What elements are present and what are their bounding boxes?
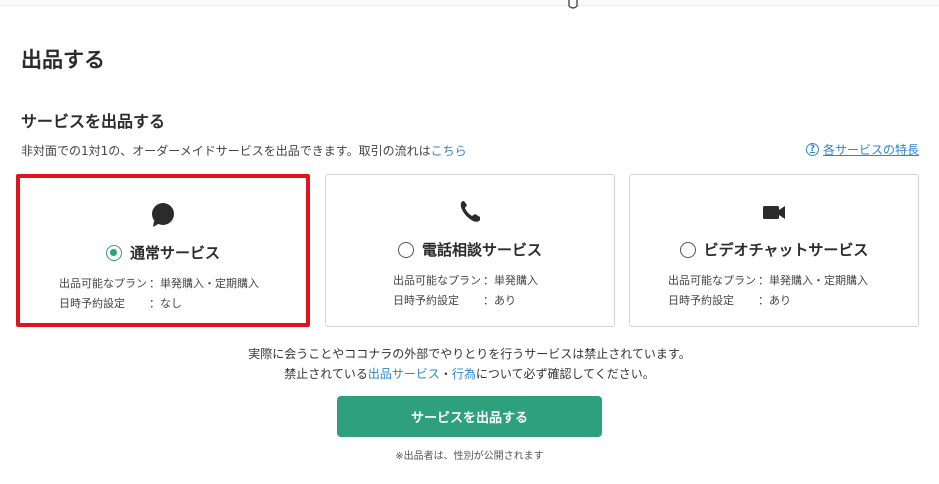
- prohibited-acts-link[interactable]: 行為: [452, 367, 476, 381]
- video-camera-icon: [763, 206, 785, 219]
- features-link-label: 各サービスの特長: [822, 143, 919, 157]
- page-title: 出品する: [21, 48, 105, 72]
- hand-cursor-icon: [568, 0, 578, 9]
- card-details: 出品可能なプラン ：単発購入・定期購入 日時予約設定 ：なし: [59, 274, 259, 314]
- card-title: 電話相談サービス: [421, 241, 542, 259]
- plan-label: 出品可能なプラン: [59, 277, 147, 290]
- service-features-link[interactable]: ? 各サービスの特長: [805, 141, 919, 158]
- notice-suffix: について必ず確認してください。: [475, 367, 655, 381]
- card-title: ビデオチャットサービス: [703, 241, 869, 259]
- service-card-normal[interactable]: 通常サービス 出品可能なプラン ：単発購入・定期購入 日時予約設定 ：なし: [16, 174, 310, 327]
- notice-line-2: 禁止されている出品サービス・行為について必ず確認してください。: [0, 364, 939, 384]
- footnote: ※出品者は、性別が公開されます: [395, 451, 544, 462]
- top-bar: [0, 0, 939, 6]
- radio-video-service[interactable]: [679, 241, 696, 258]
- schedule-label: 日時予約設定: [59, 297, 125, 310]
- plan-value: ：単発購入・定期購入: [758, 274, 868, 287]
- radio-phone-service[interactable]: [397, 241, 414, 258]
- plan-value: ：単発購入・定期購入: [149, 277, 259, 290]
- card-details: 出品可能なプラン ：単発購入 日時予約設定 ：あり: [393, 271, 538, 311]
- question-circle-icon: ?: [805, 143, 819, 156]
- card-title: 通常サービス: [129, 244, 220, 262]
- prohibited-services-link[interactable]: 出品サービス: [368, 367, 440, 381]
- service-card-phone[interactable]: 電話相談サービス 出品可能なプラン ：単発購入 日時予約設定 ：あり: [325, 174, 615, 327]
- prohibition-notice: 実際に会うことやココナラの外部でやりとりを行うサービスは禁止されています。 禁止…: [0, 344, 939, 384]
- radio-row: 電話相談サービス: [326, 239, 614, 260]
- plan-label: 出品可能なプラン: [668, 274, 756, 287]
- notice-separator: ・: [439, 367, 452, 381]
- plan-label: 出品可能なプラン: [393, 274, 481, 287]
- description-text: 非対面での1対1の、オーダーメイドサービスを出品できます。取引の流れは: [21, 144, 431, 158]
- radio-row: ビデオチャットサービス: [630, 239, 918, 260]
- plan-value: ：単発購入: [483, 274, 538, 287]
- section-title: サービスを出品する: [21, 112, 166, 131]
- radio-row: 通常サービス: [20, 242, 306, 263]
- submit-service-button[interactable]: サービスを出品する: [337, 396, 602, 437]
- schedule-label: 日時予約設定: [668, 294, 734, 307]
- phone-icon: [460, 201, 480, 222]
- schedule-value: ：なし: [149, 297, 182, 310]
- schedule-label: 日時予約設定: [393, 294, 459, 307]
- radio-normal-service[interactable]: [105, 244, 122, 261]
- flow-link[interactable]: こちら: [431, 144, 467, 158]
- section-description: 非対面での1対1の、オーダーメイドサービスを出品できます。取引の流れはこちら: [21, 142, 467, 159]
- notice-line-1: 実際に会うことやココナラの外部でやりとりを行うサービスは禁止されています。: [248, 347, 691, 361]
- schedule-value: ：あり: [483, 294, 516, 307]
- chat-bubble-icon: [152, 203, 174, 227]
- service-card-video[interactable]: ビデオチャットサービス 出品可能なプラン ：単発購入・定期購入 日時予約設定 ：あり: [629, 174, 919, 327]
- notice-prefix: 禁止されている: [284, 367, 368, 381]
- card-details: 出品可能なプラン ：単発購入・定期購入 日時予約設定 ：あり: [668, 271, 868, 311]
- schedule-value: ：あり: [758, 294, 791, 307]
